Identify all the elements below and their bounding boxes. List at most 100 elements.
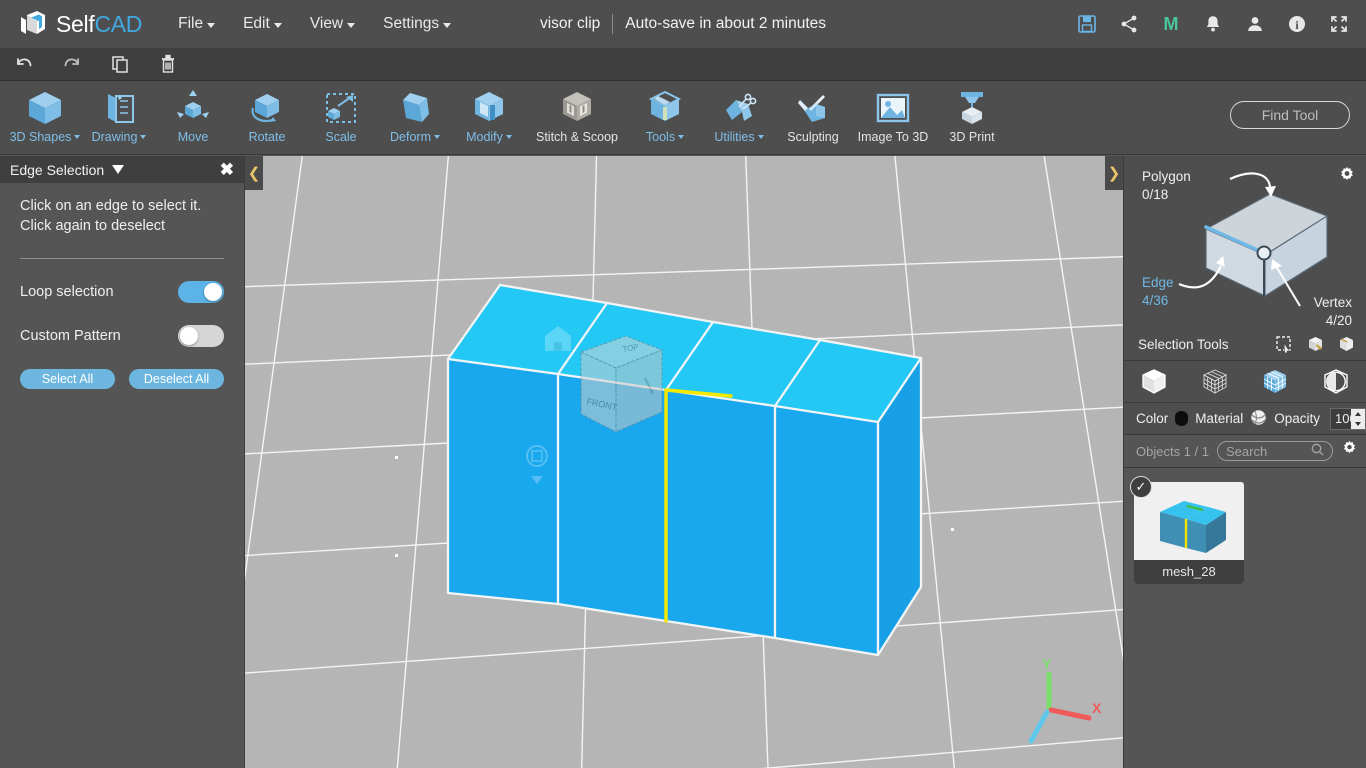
save-icon[interactable] <box>1076 13 1098 35</box>
menu-edit[interactable]: Edit <box>229 9 296 39</box>
title-divider <box>612 14 614 34</box>
info-icon[interactable]: i <box>1286 13 1308 35</box>
selection-tools-row: Selection Tools <box>1124 328 1366 360</box>
scale-icon <box>320 87 362 129</box>
panel-description: Click on an edge to select it. Click aga… <box>20 198 202 234</box>
loop-selection-toggle[interactable] <box>178 281 224 303</box>
custom-pattern-toggle[interactable] <box>178 325 224 347</box>
selfcad-logo[interactable]: SelfCAD <box>18 9 142 39</box>
tool-utilities-label: Utilities <box>714 130 764 144</box>
menu-view[interactable]: View <box>296 9 369 39</box>
panel-header: Edge Selection ✖ <box>0 156 244 183</box>
tool-rotate[interactable]: Rotate <box>230 81 304 155</box>
objects-header: Objects 1 / 1 Search <box>1124 435 1366 468</box>
edge-count-label[interactable]: Edge 4/36 <box>1142 274 1174 310</box>
object-selected-checkmark[interactable]: ✓ <box>1130 476 1152 498</box>
wireframe-view-icon[interactable] <box>1194 364 1236 400</box>
solid-view-icon[interactable] <box>1133 364 1175 400</box>
gear-icon[interactable] <box>1338 166 1356 189</box>
delete-button[interactable] <box>144 48 192 81</box>
material-row: Color Material Opacity <box>1124 403 1366 435</box>
menu-file[interactable]: File <box>164 9 229 39</box>
polygon-label: Polygon <box>1142 169 1191 184</box>
list-item[interactable]: ✓ mesh_28 <box>1130 476 1244 584</box>
objects-count: Objects 1 / 1 <box>1136 443 1209 459</box>
stitch-scoop-icon <box>556 87 598 129</box>
tool-scale[interactable]: Scale <box>304 81 378 155</box>
tool-move-label: Move <box>177 130 209 144</box>
view-mode-row <box>1124 361 1366 403</box>
undo-button[interactable] <box>0 48 48 81</box>
utilities-icon <box>718 87 760 129</box>
account-user-icon[interactable] <box>1244 13 1266 35</box>
polygon-count-label[interactable]: Polygon 0/18 <box>1142 168 1191 204</box>
objects-list: ✓ mesh_28 <box>1124 468 1366 768</box>
tool-modify[interactable]: Modify <box>452 81 526 155</box>
tool-tools[interactable]: Tools <box>628 81 702 155</box>
polygon-count: 0/18 <box>1142 187 1169 202</box>
close-icon[interactable]: ✖ <box>220 161 234 178</box>
3d-viewport[interactable]: TOP FRONT Y X <box>245 156 1123 768</box>
tool-image-to-3d[interactable]: Image To 3D <box>850 81 936 155</box>
tool-modify-label: Modify <box>466 130 512 144</box>
custom-pattern-label: Custom Pattern <box>20 328 121 344</box>
deselect-all-button[interactable]: Deselect All <box>129 369 224 389</box>
tool-drawing[interactable]: Drawing <box>82 81 156 155</box>
opacity-decrement-button[interactable] <box>1351 419 1365 429</box>
document-title[interactable]: visor clip <box>540 15 600 33</box>
color-swatch[interactable] <box>1175 411 1189 426</box>
right-sidebar: Polygon 0/18 Edge 4/36 Vertex 4/20 Selec… <box>1123 156 1366 768</box>
redo-button[interactable] <box>48 48 96 81</box>
opacity-stepper[interactable] <box>1329 407 1366 430</box>
select-all-button[interactable]: Select All <box>20 369 115 389</box>
transparent-view-icon[interactable] <box>1315 364 1357 400</box>
tool-stitch-and-scoop[interactable]: Stitch & Scoop <box>526 81 628 155</box>
chevron-down-icon <box>757 135 764 139</box>
panel-body: Click on an edge to select it. Click aga… <box>0 183 244 389</box>
opacity-spinner[interactable] <box>1351 408 1365 429</box>
brand-self: Self <box>56 10 95 37</box>
chevron-down-icon <box>443 23 452 28</box>
share-icon[interactable] <box>1118 13 1140 35</box>
tool-3d-shapes[interactable]: 3D Shapes <box>8 81 82 155</box>
opacity-increment-button[interactable] <box>1351 409 1365 419</box>
search-placeholder: Search <box>1225 443 1268 459</box>
tool-3d-print[interactable]: 3D Print <box>936 81 1008 155</box>
expand-right-panel-button[interactable]: ❯ <box>1105 156 1123 190</box>
toggle-knob <box>204 283 222 301</box>
shaded-grid-view-icon[interactable] <box>1254 364 1296 400</box>
top-menu-bar: SelfCAD File Edit View Settings visor cl… <box>0 0 1366 48</box>
panel-title-group[interactable]: Edge Selection <box>10 162 125 178</box>
tool-deform[interactable]: Deform <box>378 81 452 155</box>
marketplace-m-icon[interactable]: M <box>1160 13 1182 35</box>
tool-3d-print-label: 3D Print <box>949 130 995 144</box>
notifications-bell-icon[interactable] <box>1202 13 1224 35</box>
history-toolbar <box>0 48 1366 81</box>
find-tool-input[interactable]: Find Tool <box>1230 101 1350 129</box>
tool-utilities[interactable]: Utilities <box>702 81 776 155</box>
rect-select-icon[interactable] <box>1274 334 1294 354</box>
objects-settings-gear-icon[interactable] <box>1341 440 1358 462</box>
vertex-count-label[interactable]: Vertex 4/20 <box>1314 294 1352 330</box>
selection-tools-label: Selection Tools <box>1138 336 1229 352</box>
svg-text:M: M <box>1164 14 1179 34</box>
3d-print-icon <box>951 87 993 129</box>
box-select-icon[interactable] <box>1336 334 1356 354</box>
edge-label: Edge <box>1142 275 1174 290</box>
collapse-left-panel-button[interactable]: ❮ <box>245 156 263 190</box>
cube-icon <box>24 87 66 129</box>
copy-button[interactable] <box>96 48 144 81</box>
objects-search-input[interactable]: Search <box>1216 441 1333 461</box>
fullscreen-icon[interactable] <box>1328 13 1350 35</box>
loop-selection-label: Loop selection <box>20 284 114 300</box>
paint-select-icon[interactable] <box>1305 334 1325 354</box>
tool-sculpting[interactable]: Sculpting <box>776 81 850 155</box>
panel-divider <box>20 258 224 259</box>
material-sphere-icon[interactable] <box>1250 409 1267 429</box>
chevron-down-icon[interactable] <box>112 165 125 174</box>
menu-settings[interactable]: Settings <box>369 9 465 39</box>
chevron-down-icon <box>505 135 512 139</box>
tool-3d-shapes-label: 3D Shapes <box>10 130 81 144</box>
tool-move[interactable]: Move <box>156 81 230 155</box>
edge-selection-panel: Edge Selection ✖ Click on an edge to sel… <box>0 156 245 768</box>
